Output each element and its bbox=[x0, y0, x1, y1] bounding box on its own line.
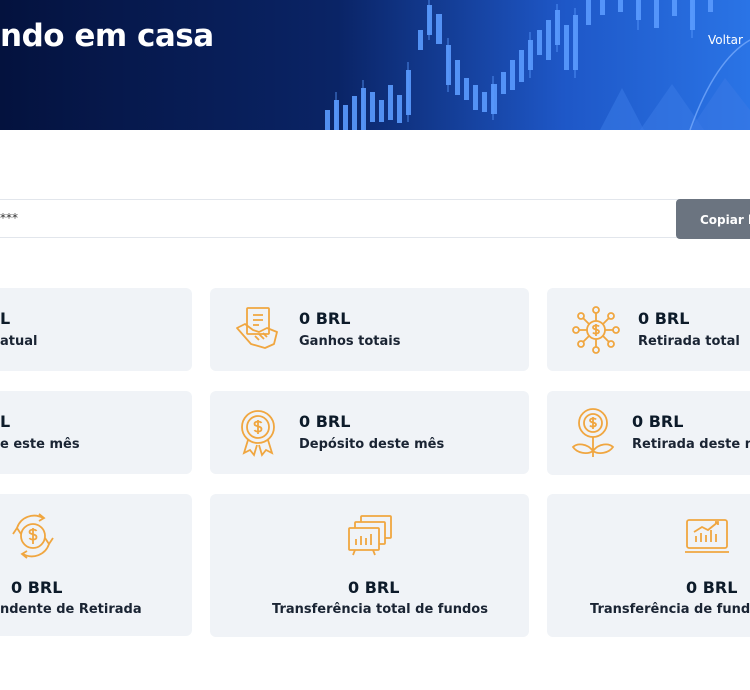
handshake-icon bbox=[236, 307, 278, 349]
stat-label: atual bbox=[0, 334, 38, 349]
monitor-chart-icon bbox=[685, 519, 729, 553]
stat-value: 0 BRL bbox=[686, 578, 738, 597]
page-title: ndo em casa bbox=[0, 18, 214, 54]
stat-value: L bbox=[0, 412, 11, 431]
stat-card-total-withdrawal: 0 BRL Retirada total bbox=[547, 288, 750, 371]
stat-card-pending-withdrawal: 0 BRL ndente de Retirada bbox=[0, 494, 192, 636]
stat-value: 0 BRL bbox=[632, 412, 684, 431]
dollar-cycle-icon bbox=[12, 513, 54, 559]
referral-link-text: *** bbox=[0, 211, 18, 225]
stat-label: ndente de Retirada bbox=[0, 602, 142, 617]
dollar-network-icon bbox=[572, 306, 620, 354]
back-link[interactable]: Voltar bbox=[708, 33, 743, 47]
stat-value: 0 BRL bbox=[299, 412, 351, 431]
stat-value: 0 BRL bbox=[638, 309, 690, 328]
hero-banner: ndo em casa Voltar bbox=[0, 0, 750, 130]
stat-label: e este mês bbox=[0, 437, 80, 452]
stat-card-total-earnings: 0 BRL Ganhos totais bbox=[210, 288, 529, 371]
stat-value: 0 BRL bbox=[11, 578, 63, 597]
stat-card-month-withdrawal: 0 BRL Retirada deste mê bbox=[547, 391, 750, 475]
stat-label: Retirada total bbox=[638, 334, 740, 349]
stat-card-balance: L atual bbox=[0, 288, 192, 371]
stat-value: 0 BRL bbox=[299, 309, 351, 328]
money-plant-icon bbox=[571, 408, 615, 457]
referral-link-field[interactable]: *** bbox=[0, 199, 680, 238]
stat-label: Retirada deste mê bbox=[632, 437, 750, 452]
stat-value: 0 BRL bbox=[348, 578, 400, 597]
stat-card-month-deposit: 0 BRL Depósito deste mês bbox=[210, 391, 529, 474]
stat-card-month: L e este mês bbox=[0, 391, 192, 474]
stat-card-transfer: 0 BRL Transferência de fundos bbox=[547, 494, 750, 637]
transfer-chart-icon bbox=[348, 515, 392, 556]
stat-label: Ganhos totais bbox=[299, 334, 401, 349]
dollar-badge-icon bbox=[241, 410, 275, 457]
copy-link-button[interactable]: Copiar li bbox=[676, 199, 750, 239]
stat-label: Transferência total de fundos bbox=[272, 602, 488, 617]
stat-label: Depósito deste mês bbox=[299, 437, 445, 452]
stat-card-total-transfer: 0 BRL Transferência total de fundos bbox=[210, 494, 529, 637]
stat-value: L bbox=[0, 309, 11, 328]
stat-label: Transferência de fundos bbox=[590, 602, 750, 617]
